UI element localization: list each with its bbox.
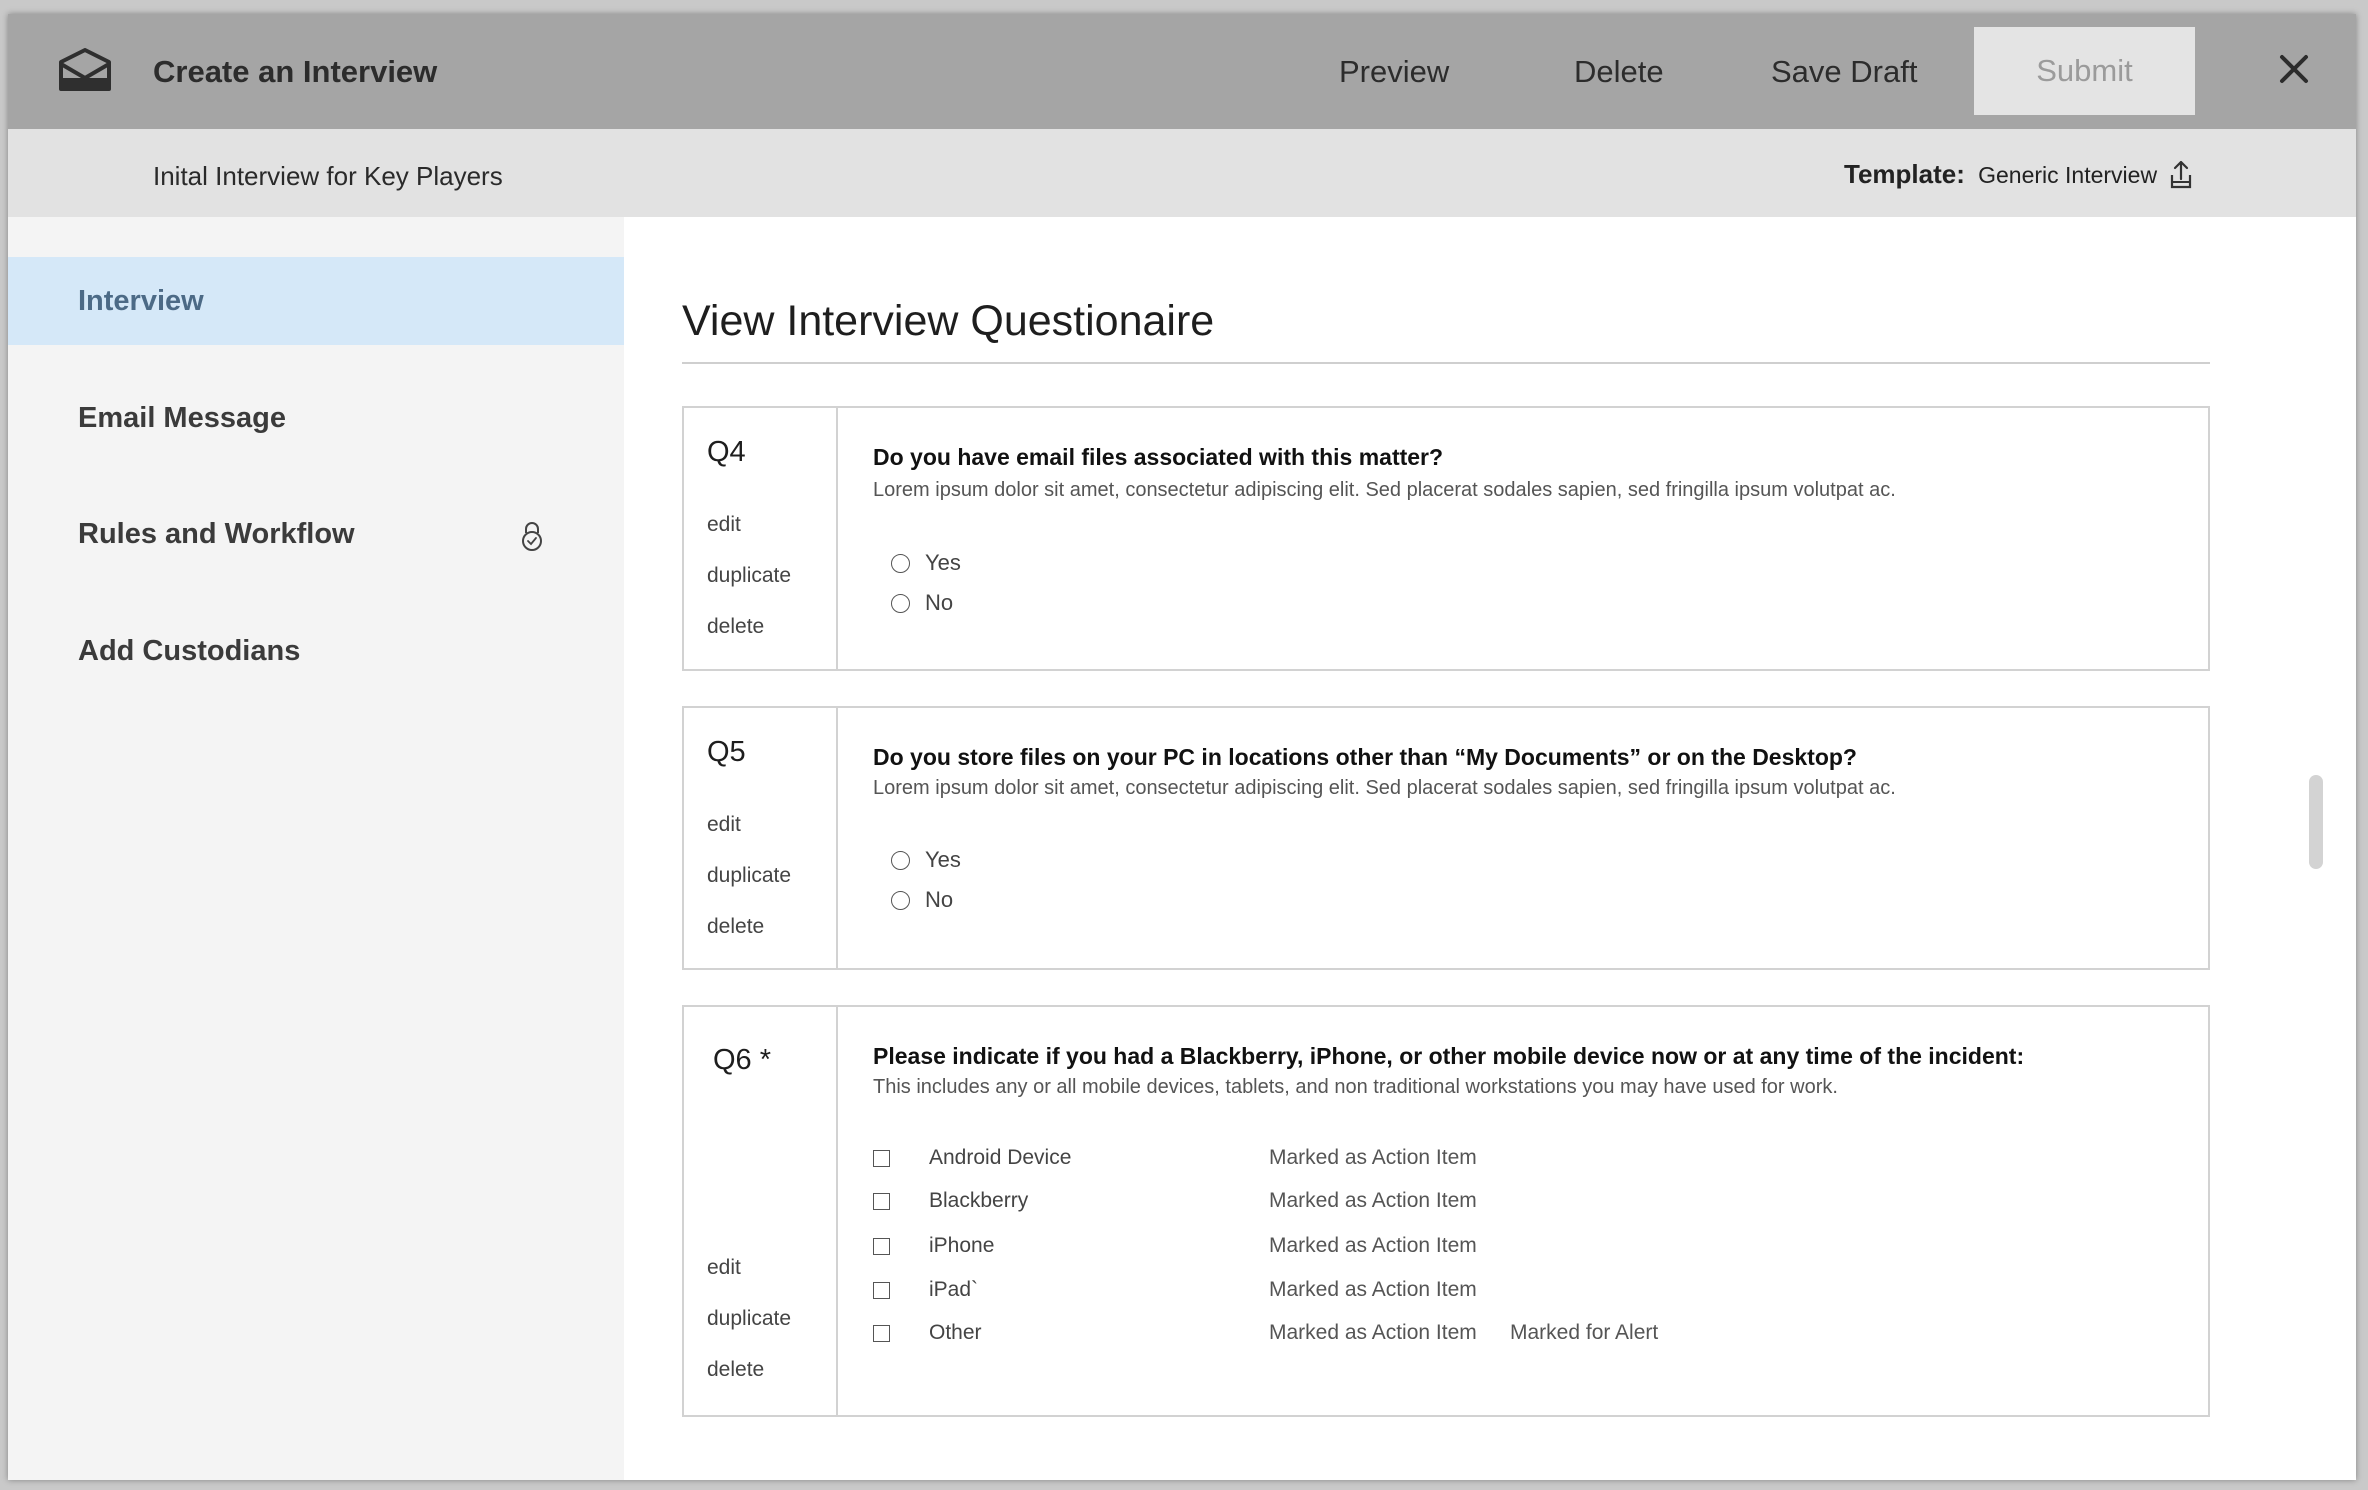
option-label: Yes <box>925 847 961 872</box>
question-text: Do you have email files associated with … <box>873 444 1444 470</box>
template-label: Template: <box>1844 159 1965 189</box>
option-label: iPad` <box>929 1278 979 1301</box>
close-icon[interactable] <box>2276 51 2312 87</box>
envelope-icon <box>59 48 111 91</box>
option-label: Yes <box>925 550 961 575</box>
edit-link[interactable]: edit <box>707 1256 741 1280</box>
option-label: Other <box>929 1321 982 1344</box>
question-number: Q4 <box>707 436 746 468</box>
question-card: Q4 edit duplicate delete Do you have ema… <box>682 406 2210 671</box>
alert-mark: Marked for Alert <box>1510 1321 1659 1344</box>
page-title: Create an Interview <box>153 54 438 89</box>
question-description: Lorem ipsum dolor sit amet, consectetur … <box>873 777 1896 799</box>
question-text: Do you store files on your PC in locatio… <box>873 744 1857 770</box>
delete-link[interactable]: delete <box>707 1358 764 1382</box>
section-title: View Interview Questionaire <box>682 297 1215 345</box>
delete-button[interactable]: Delete <box>1574 54 1664 90</box>
sidebar: Interview Email Message Rules and Workfl… <box>8 217 624 1480</box>
checkbox[interactable] <box>873 1150 890 1167</box>
delete-link[interactable]: delete <box>707 615 764 639</box>
checkbox[interactable] <box>873 1282 890 1299</box>
sidebar-item-label: Rules and Workflow <box>78 518 355 550</box>
upload-icon[interactable] <box>2168 159 2194 191</box>
radio-button[interactable] <box>891 594 910 613</box>
duplicate-link[interactable]: duplicate <box>707 564 791 588</box>
scrollbar-thumb[interactable] <box>2309 775 2323 869</box>
checkbox[interactable] <box>873 1193 890 1210</box>
template-info: Template: Generic Interview <box>1844 159 2157 190</box>
duplicate-link[interactable]: duplicate <box>707 1307 791 1331</box>
question-card: Q6 * edit duplicate delete Please indica… <box>682 1005 2210 1417</box>
radio-button[interactable] <box>891 554 910 573</box>
interview-dialog: Create an Interview Preview Delete Save … <box>8 14 2356 1480</box>
sidebar-item-rules-and-workflow[interactable]: Rules and Workflow <box>8 490 624 578</box>
action-item-mark: Marked as Action Item <box>1269 1234 1477 1257</box>
sidebar-item-label: Email Message <box>78 402 286 434</box>
interview-name: Inital Interview for Key Players <box>153 161 503 191</box>
template-value: Generic Interview <box>1978 162 2158 188</box>
checkbox[interactable] <box>873 1238 890 1255</box>
sidebar-item-email-message[interactable]: Email Message <box>8 374 624 462</box>
option-label: No <box>925 887 954 912</box>
action-item-mark: Marked as Action Item <box>1269 1278 1477 1301</box>
question-description: This includes any or all mobile devices,… <box>873 1076 1838 1098</box>
edit-link[interactable]: edit <box>707 813 741 837</box>
duplicate-link[interactable]: duplicate <box>707 864 791 888</box>
question-text: Please indicate if you had a Blackberry,… <box>873 1043 2025 1069</box>
main-content: View Interview Questionaire Q4 edit dupl… <box>624 217 2356 1480</box>
question-side-panel: Q6 * edit duplicate delete <box>684 1007 838 1415</box>
action-item-mark: Marked as Action Item <box>1269 1189 1477 1212</box>
radio-button[interactable] <box>891 891 910 910</box>
preview-button[interactable]: Preview <box>1339 54 1449 90</box>
sub-header: Inital Interview for Key Players Templat… <box>8 129 2356 217</box>
question-number: Q5 <box>707 736 746 768</box>
question-number: Q6 * <box>713 1044 772 1076</box>
option-label: Android Device <box>929 1146 1072 1169</box>
question-card: Q5 edit duplicate delete Do you store fi… <box>682 706 2210 970</box>
question-description: Lorem ipsum dolor sit amet, consectetur … <box>873 479 1896 501</box>
question-side-panel: Q5 edit duplicate delete <box>684 708 838 968</box>
sidebar-item-interview[interactable]: Interview <box>8 257 624 345</box>
checkbox[interactable] <box>873 1325 890 1342</box>
sidebar-item-add-custodians[interactable]: Add Custodians <box>8 607 624 695</box>
question-side-panel: Q4 edit duplicate delete <box>684 408 838 669</box>
title-divider <box>682 362 2210 364</box>
top-bar: Create an Interview Preview Delete Save … <box>8 14 2356 129</box>
save-draft-button[interactable]: Save Draft <box>1771 54 1917 90</box>
action-item-mark: Marked as Action Item <box>1269 1146 1477 1169</box>
submit-button[interactable]: Submit <box>1974 27 2195 115</box>
action-item-mark: Marked as Action Item <box>1269 1321 1477 1344</box>
radio-button[interactable] <box>891 851 910 870</box>
option-label: No <box>925 590 954 615</box>
option-label: Blackberry <box>929 1189 1029 1212</box>
sidebar-item-label: Add Custodians <box>78 635 301 667</box>
option-label: iPhone <box>929 1234 995 1257</box>
lock-icon <box>522 522 542 551</box>
edit-link[interactable]: edit <box>707 513 741 537</box>
sidebar-item-label: Interview <box>78 285 204 317</box>
delete-link[interactable]: delete <box>707 915 764 939</box>
